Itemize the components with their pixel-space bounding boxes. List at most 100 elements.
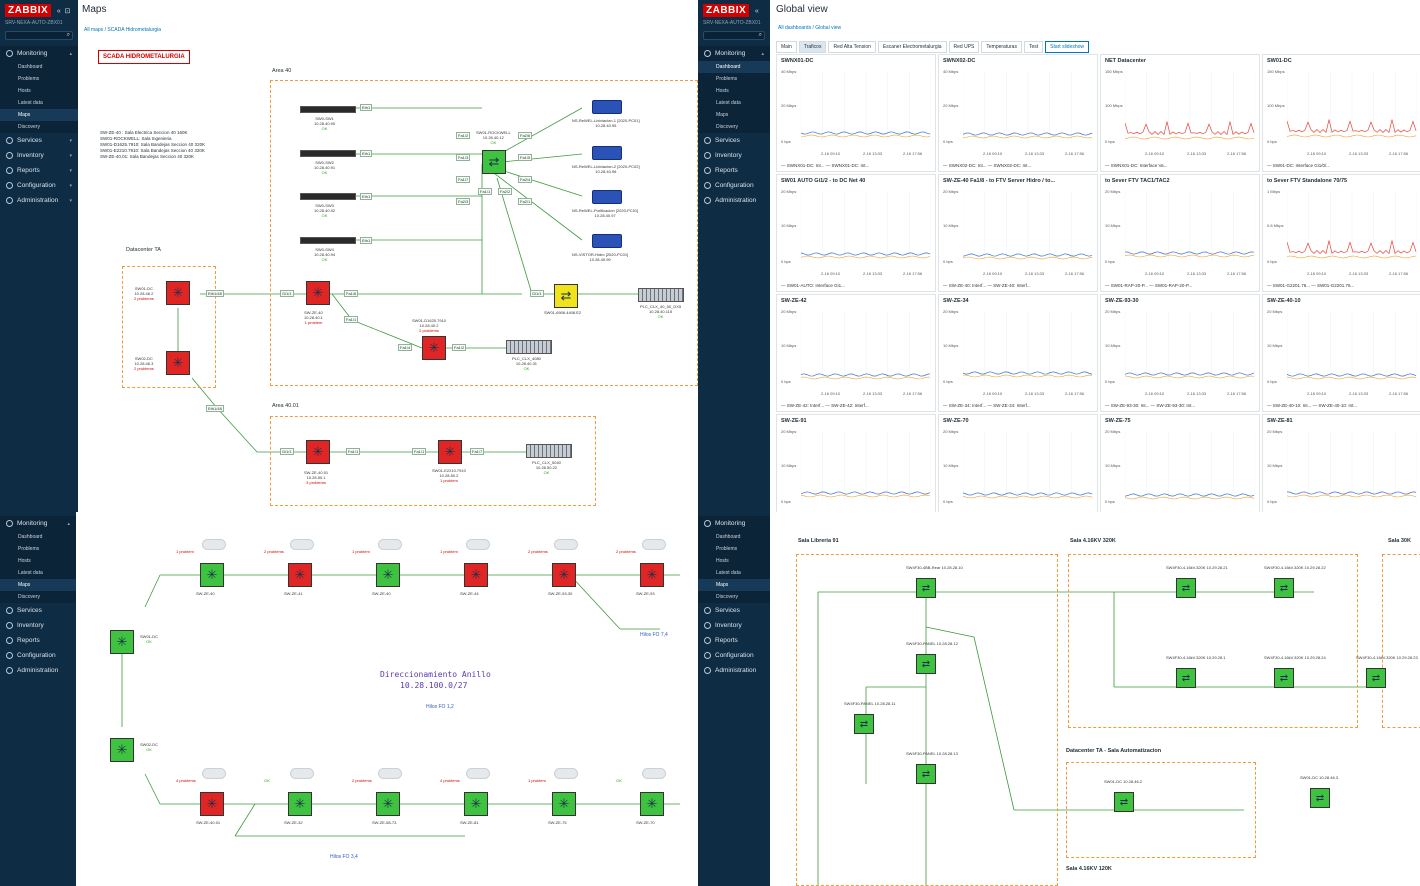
collapse-icon[interactable]: «	[755, 8, 759, 15]
graph-widget-0[interactable]: SWNX01-DC 40 Mbps 20 Mbps 0 bps 2-16 09:10 2-…	[776, 54, 936, 172]
submenu-maps[interactable]: Maps	[0, 109, 78, 121]
router-vistor[interactable]	[592, 234, 622, 248]
tab-escaner[interactable]: Escaner Electrometalurgia	[877, 41, 947, 53]
menu-reports[interactable]: Reports	[698, 633, 770, 648]
graph-widget-2[interactable]: NET Datacenter 150 Mbps 100 Mbps 0 bps 2-16 …	[1100, 54, 1260, 172]
host-plc-clx-40-50[interactable]	[638, 288, 684, 302]
submenu-maps[interactable]: Maps	[0, 579, 76, 591]
sala-switch-1[interactable]: ⇄	[1176, 578, 1196, 598]
submenu-latest-data[interactable]: Latest data	[0, 97, 78, 109]
ring-top-switch-1[interactable]: ✳	[288, 563, 312, 587]
graph-widget-8[interactable]: SW-ZE-42 20 Mbps 10 Mbps 0 bps 2-16 09:10 2-1…	[776, 294, 936, 412]
graph-widget-13[interactable]: SW-ZE-7020 Mbps10 Mbps0 bps2-16 09:102-1…	[938, 414, 1098, 512]
menu-administration[interactable]: Administration	[0, 663, 76, 678]
submenu-latest-data[interactable]: Latest data	[698, 97, 770, 109]
ring-bottom-switch-0[interactable]: ✳	[200, 792, 224, 816]
sala-switch-7[interactable]: ⇄	[854, 714, 874, 734]
menu-inventory[interactable]: Inventory	[698, 148, 770, 163]
sala-switch-4[interactable]: ⇄	[1176, 668, 1196, 688]
router-lix-2[interactable]	[592, 146, 622, 160]
submenu-hosts[interactable]: Hosts	[0, 85, 78, 97]
ring-bottom-switch-2[interactable]: ✳	[376, 792, 400, 816]
submenu-problems[interactable]: Problems	[698, 543, 770, 555]
menu-services[interactable]: Services	[698, 133, 770, 148]
menu-monitoring[interactable]: Monitoring	[698, 516, 770, 531]
submenu-discovery[interactable]: Discovery	[698, 121, 770, 133]
sala-switch-8[interactable]: ⇄	[916, 764, 936, 784]
submenu-dashboard[interactable]: Dashboard	[698, 61, 770, 73]
ring-top-switch-3[interactable]: ✳	[464, 563, 488, 587]
menu-services[interactable]: Services	[698, 603, 770, 618]
menu-inventory[interactable]: Inventory	[698, 618, 770, 633]
graph-widget-10[interactable]: SW-ZE-93-30 20 Mbps 10 Mbps 0 bps 2-16 09:10…	[1100, 294, 1260, 412]
menu-services[interactable]: Services	[0, 603, 76, 618]
ring-top-switch-4[interactable]: ✳	[552, 563, 576, 587]
server-sw4[interactable]	[300, 237, 356, 244]
submenu-latest-data[interactable]: Latest data	[698, 567, 770, 579]
menu-configuration[interactable]: Configuration	[698, 648, 770, 663]
menu-configuration[interactable]: Configuration	[698, 178, 770, 193]
graph-widget-3[interactable]: SW01-DC 150 Mbps 100 Mbps 0 bps 2-16 09:10 2-…	[1262, 54, 1420, 172]
graph-widget-15[interactable]: SW-ZE-8120 Mbps10 Mbps0 bps2-16 09:102-1…	[1262, 414, 1420, 512]
submenu-hosts[interactable]: Hosts	[698, 555, 770, 567]
server-sw1[interactable]	[300, 106, 356, 113]
ring-dc-sw02[interactable]: ✳	[110, 738, 134, 762]
menu-configuration[interactable]: Configuration	[0, 648, 76, 663]
menu-administration[interactable]: Administration	[698, 193, 770, 208]
host-sw-ze-4001[interactable]: ✳	[306, 440, 330, 464]
tab-traficos[interactable]: Traficos	[798, 41, 827, 53]
host-sw-ze-40[interactable]: ✳	[306, 281, 330, 305]
submenu-dashboard[interactable]: Dashboard	[698, 531, 770, 543]
sala-switch-5[interactable]: ⇄	[1274, 668, 1294, 688]
tab-main[interactable]: Main	[776, 41, 797, 53]
search-input[interactable]: ⌕	[703, 31, 765, 40]
graph-widget-1[interactable]: SWNX02-DC 40 Mbps 20 Mbps 0 bps 2-16 09:10 2-…	[938, 54, 1098, 172]
breadcrumb-all-maps[interactable]: All maps	[84, 27, 103, 33]
search-input[interactable]: ⌕	[5, 31, 73, 40]
host-plc-clx-5040[interactable]	[526, 444, 572, 458]
ring-top-switch-0[interactable]: ✳	[200, 563, 224, 587]
graph-widget-6[interactable]: to Sever FTV TAC1/TAC2 20 Mbps 10 Mbps 0 bp…	[1100, 174, 1260, 292]
ring-dc-sw01[interactable]: ✳	[110, 630, 134, 654]
graph-widget-9[interactable]: SW-ZE-34 20 Mbps 10 Mbps 0 bps 2-16 09:10 2-1…	[938, 294, 1098, 412]
menu-inventory[interactable]: Inventory ▾	[0, 148, 78, 163]
submenu-hosts[interactable]: Hosts	[698, 85, 770, 97]
ring-top-switch-2[interactable]: ✳	[376, 563, 400, 587]
submenu-maps[interactable]: Maps	[698, 579, 770, 591]
sala-switch-0[interactable]: ⇄	[916, 578, 936, 598]
submenu-maps[interactable]: Maps	[698, 109, 770, 121]
submenu-latest-data[interactable]: Latest data	[0, 567, 76, 579]
server-sw3[interactable]	[300, 193, 356, 200]
submenu-hosts[interactable]: Hosts	[0, 555, 76, 567]
ring-bottom-switch-4[interactable]: ✳	[552, 792, 576, 816]
ring-bottom-switch-5[interactable]: ✳	[640, 792, 664, 816]
breadcrumb-all-dashboards[interactable]: All dashboards	[778, 25, 811, 31]
kiosk-icon[interactable]: ⊡	[64, 8, 70, 15]
menu-reports[interactable]: Reports	[698, 163, 770, 178]
breadcrumb-global-view[interactable]: Global view	[815, 25, 841, 31]
server-sw2[interactable]	[300, 150, 356, 157]
menu-administration[interactable]: Administration	[698, 663, 770, 678]
menu-monitoring[interactable]: Monitoring ▴	[698, 46, 770, 61]
collapse-icon[interactable]: «	[57, 8, 61, 15]
submenu-discovery[interactable]: Discovery	[698, 591, 770, 603]
sala-switch-2[interactable]: ⇄	[1274, 578, 1294, 598]
submenu-discovery[interactable]: Discovery	[0, 591, 76, 603]
host-sw01-e2210[interactable]: ✳	[438, 440, 462, 464]
tab-red-alta-tension[interactable]: Red Alta Tension	[828, 41, 876, 53]
host-sw01-rockwell[interactable]: ⇄	[482, 150, 506, 174]
menu-administration[interactable]: Administration ▾	[0, 193, 78, 208]
submenu-dashboard[interactable]: Dashboard	[0, 61, 78, 73]
sala-switch-9[interactable]: ⇄	[1114, 792, 1134, 812]
graph-widget-5[interactable]: SW-ZE-40 Fa1/8 - to FTV Server Hidro / t…	[938, 174, 1098, 292]
host-sw01-dc[interactable]: ✳	[166, 281, 190, 305]
sala-switch-3[interactable]: ⇄	[1366, 668, 1386, 688]
submenu-problems[interactable]: Problems	[0, 543, 76, 555]
submenu-dashboard[interactable]: Dashboard	[0, 531, 76, 543]
graph-widget-7[interactable]: to Sever FTV Standalone 70/75 1 Mbps 0.8 M…	[1262, 174, 1420, 292]
ring-bottom-switch-1[interactable]: ✳	[288, 792, 312, 816]
menu-monitoring[interactable]: Monitoring ▴	[0, 46, 78, 61]
submenu-problems[interactable]: Problems	[698, 73, 770, 85]
menu-reports[interactable]: Reports ▾	[0, 163, 78, 178]
sala-switch-6[interactable]: ⇄	[916, 654, 936, 674]
